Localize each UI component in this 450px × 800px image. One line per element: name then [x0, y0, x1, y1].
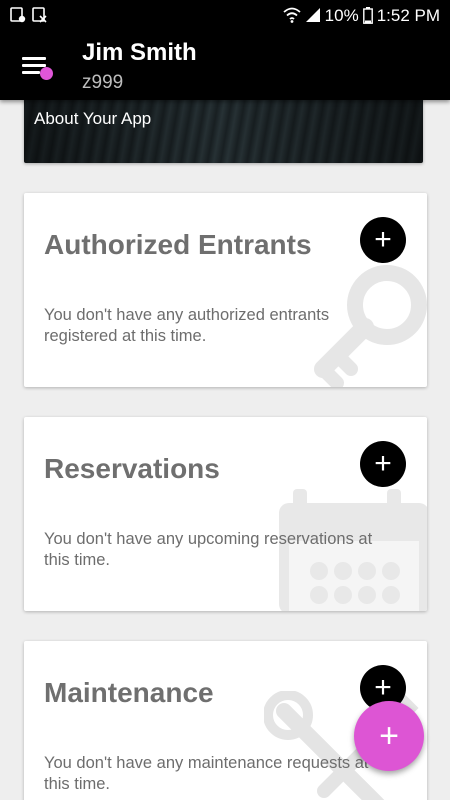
card-title: Maintenance	[44, 677, 214, 708]
authorized-entrants-card: Authorized Entrants + You don't have any…	[24, 193, 427, 387]
user-name: Jim Smith	[82, 39, 197, 66]
add-reservation-button[interactable]: +	[360, 441, 406, 487]
card-title: Reservations	[44, 453, 220, 484]
notification-close-icon	[32, 7, 47, 23]
card-empty-text: You don't have any upcoming reservations…	[44, 530, 373, 569]
plus-icon: +	[379, 716, 399, 755]
signal-icon	[305, 8, 320, 22]
status-indicators: 10% 1:52 PM	[283, 5, 440, 25]
status-bar: 10% 1:52 PM	[0, 0, 450, 30]
plus-icon: +	[374, 447, 392, 480]
plus-icon: +	[374, 671, 392, 704]
status-notifications	[10, 7, 48, 23]
card-empty-text: You don't have any maintenance requests …	[44, 754, 369, 793]
battery-icon	[362, 6, 373, 24]
app-header: Jim Smith z999	[0, 30, 450, 100]
notification-app-icon	[10, 7, 26, 23]
add-entrant-button[interactable]: +	[360, 217, 406, 263]
reservations-card: Reservations + You don't have any upcomi…	[24, 417, 427, 611]
status-time: 1:52 PM	[376, 5, 440, 25]
battery-percent: 10%	[324, 5, 359, 25]
card-empty-text: You don't have any authorized entrants r…	[44, 306, 330, 345]
notification-dot	[40, 67, 53, 80]
plus-icon: +	[374, 223, 392, 256]
user-id: z999	[82, 72, 124, 93]
wifi-icon	[283, 7, 301, 23]
card-title: Authorized Entrants	[44, 229, 312, 260]
floating-add-button[interactable]: +	[354, 701, 424, 771]
about-label: About Your App	[34, 109, 152, 128]
